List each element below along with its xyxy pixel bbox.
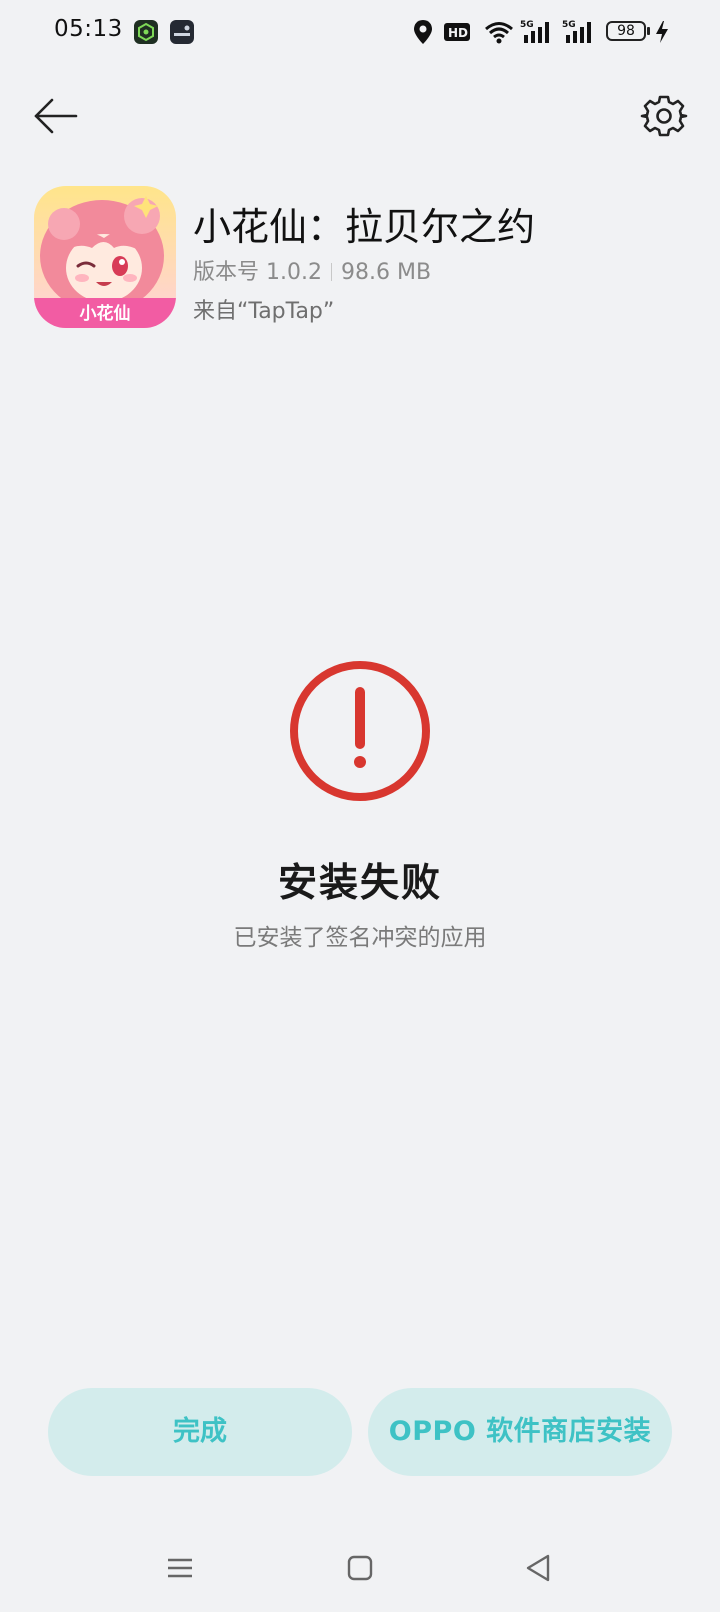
hd-voice-icon: HD [444,18,474,46]
svg-text:5G: 5G [562,20,576,30]
cellular-signal-icon: 5G [562,18,596,46]
back-button[interactable] [30,92,82,144]
app-size: 98.6 MB [340,260,432,285]
settings-button[interactable] [638,90,690,142]
app-name: 小花仙：拉贝尔之约 [193,205,536,249]
battery-indicator: 98 [606,21,646,41]
divider [330,263,332,281]
status-bar: 05:13 HD 5G 5G 98 [0,0,720,64]
notification-app-icon [134,20,158,44]
cellular-signal-icon: 5G [520,18,554,46]
svg-text:5G: 5G [520,20,534,30]
status-time: 05:13 [54,16,123,42]
app-version: 版本号 1.0.2 [193,260,322,285]
alert-circle-icon [287,658,433,804]
svg-text:HD: HD [448,26,468,40]
result-title: 安装失败 [277,861,442,906]
battery-tip [647,27,650,35]
app-source: 来自“TapTap” [193,299,335,324]
gear-icon [640,95,688,137]
svg-text:小花仙: 小花仙 [80,303,131,324]
wifi-icon [484,18,514,46]
app-meta: 版本号 1.0.2 98.6 MB [193,254,431,286]
back-triangle-icon[interactable] [518,1548,558,1588]
result-description: 已安装了签名冲突的应用 [233,925,487,951]
oppo-store-install-button[interactable]: OPPO 软件商店安装 [368,1388,672,1476]
charging-icon [654,18,670,46]
home-square-icon[interactable] [340,1548,380,1588]
location-icon [412,18,434,46]
done-button[interactable]: 完成 [48,1388,352,1476]
arrow-left-icon [34,98,78,134]
app-icon: 小花仙 [34,186,176,328]
notification-app-icon [170,20,194,44]
menu-icon[interactable] [160,1548,200,1588]
